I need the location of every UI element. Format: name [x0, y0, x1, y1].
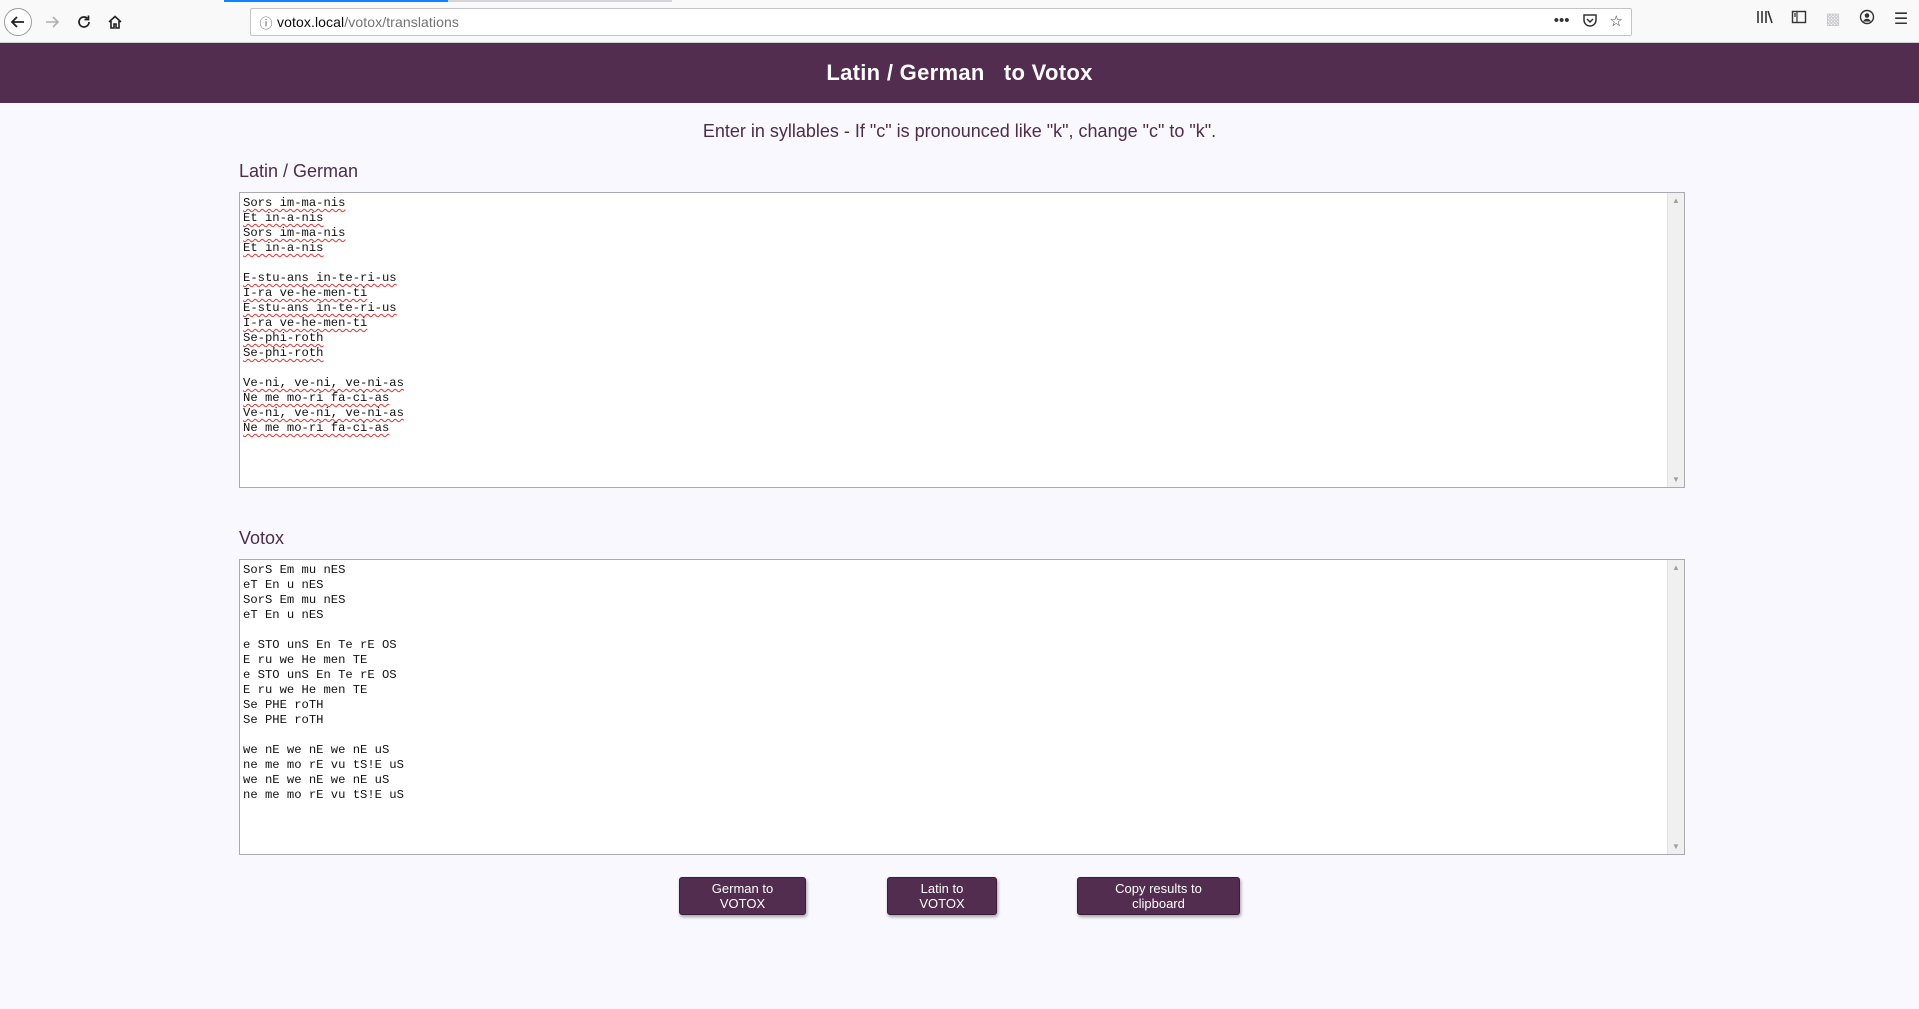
- extension-icon[interactable]: ▩: [1823, 9, 1843, 30]
- address-bar[interactable]: ⓘ votox.local/votox/translations ••• ☆: [250, 8, 1632, 36]
- page-title: Latin / German to Votox: [0, 43, 1919, 103]
- output-scrollbar[interactable]: ▲ ▼: [1667, 560, 1684, 854]
- latin-german-input[interactable]: Sors im-ma-nis Et in-a-nis Sors im-ma-ni…: [240, 193, 1668, 487]
- home-icon[interactable]: [101, 8, 129, 36]
- instruction-text: Enter in syllables - If "c" is pronounce…: [702, 121, 1217, 141]
- tab-separator: [448, 0, 672, 2]
- input-scrollbar[interactable]: ▲ ▼: [1667, 193, 1684, 487]
- url-host: votox.local: [277, 14, 345, 30]
- input-textarea-container: Sors im-ma-nis Et in-a-nis Sors im-ma-ni…: [239, 192, 1685, 488]
- active-tab-indicator: [224, 0, 448, 2]
- info-icon[interactable]: ⓘ: [255, 13, 277, 32]
- output-label: Votox: [239, 528, 285, 548]
- copy-results-button[interactable]: Copy results to clipboard: [1077, 877, 1240, 915]
- votox-output[interactable]: SorS Em mu nES eT En u nES SorS Em mu nE…: [240, 560, 1668, 854]
- scroll-down-icon[interactable]: ▼: [1668, 842, 1684, 851]
- sidebar-icon[interactable]: [1789, 9, 1809, 30]
- account-icon[interactable]: [1857, 9, 1877, 30]
- reload-icon[interactable]: [70, 8, 98, 36]
- latin-to-votox-button[interactable]: Latin to VOTOX: [887, 877, 997, 915]
- back-arrow-icon[interactable]: [4, 8, 32, 36]
- pocket-icon[interactable]: [1582, 12, 1598, 32]
- german-to-votox-button[interactable]: German to VOTOX: [679, 877, 806, 915]
- hamburger-menu-icon[interactable]: ☰: [1891, 9, 1911, 30]
- more-dots-icon[interactable]: •••: [1554, 12, 1570, 32]
- output-textarea-container: SorS Em mu nES eT En u nES SorS Em mu nE…: [239, 559, 1685, 855]
- url-path: /votox/translations: [344, 14, 459, 30]
- forward-arrow-icon[interactable]: [38, 8, 66, 36]
- browser-toolbar: ⓘ votox.local/votox/translations ••• ☆ ▩…: [0, 0, 1919, 43]
- scroll-up-icon[interactable]: ▲: [1668, 563, 1684, 572]
- url-text[interactable]: votox.local/votox/translations: [277, 14, 459, 30]
- scroll-up-icon[interactable]: ▲: [1668, 196, 1684, 205]
- bookmark-star-icon[interactable]: ☆: [1610, 12, 1623, 32]
- input-label: Latin / German: [239, 161, 359, 181]
- scroll-down-icon[interactable]: ▼: [1668, 475, 1684, 484]
- library-icon[interactable]: [1755, 9, 1775, 30]
